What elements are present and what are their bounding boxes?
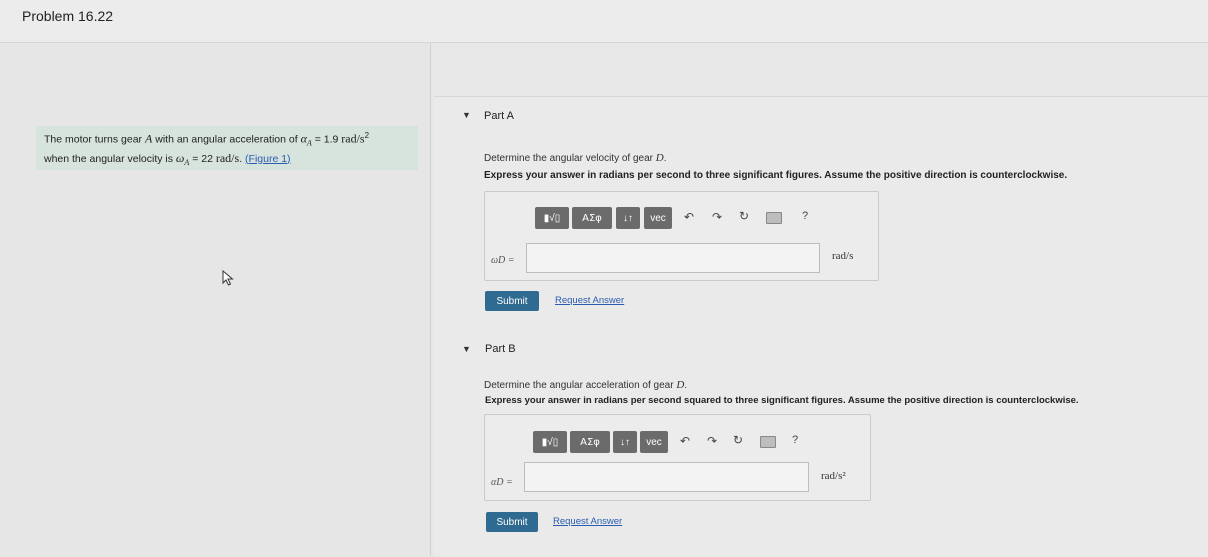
alpha-unit: rad/s bbox=[341, 131, 365, 146]
undo-icon[interactable]: ↶ bbox=[684, 210, 694, 224]
top-bar bbox=[0, 0, 1208, 43]
problem-statement: The motor turns gear A with an angular a… bbox=[36, 126, 418, 170]
part-b-instruction: Express your answer in radians per secon… bbox=[485, 395, 1079, 406]
omega-d-input[interactable] bbox=[526, 243, 820, 273]
question-text: . bbox=[684, 380, 688, 391]
omega-unit: rad/s bbox=[215, 150, 240, 165]
mouse-cursor-icon bbox=[222, 269, 234, 291]
templates-button[interactable]: ▮√▯ bbox=[533, 431, 567, 453]
redo-icon[interactable]: ↷ bbox=[712, 210, 722, 224]
greek-symbols-button[interactable]: ΑΣφ bbox=[572, 207, 612, 229]
part-b-question: Determine the angular acceleration of ge… bbox=[484, 379, 687, 391]
part-b-label[interactable]: Part B bbox=[485, 343, 516, 355]
page-title: Problem 16.22 bbox=[22, 8, 114, 24]
reset-icon[interactable]: ↻ bbox=[739, 209, 749, 223]
omega-d-unit: rad/s bbox=[832, 250, 854, 262]
help-icon[interactable]: ? bbox=[802, 210, 808, 222]
part-a-question: Determine the angular velocity of gear D… bbox=[484, 152, 667, 164]
collapse-caret-icon[interactable]: ▼ bbox=[462, 110, 471, 120]
keyboard-icon[interactable] bbox=[766, 212, 782, 224]
vector-button[interactable]: vec bbox=[640, 431, 668, 453]
figure-link[interactable]: (Figure 1) bbox=[245, 153, 291, 165]
question-text: Determine the angular velocity of gear bbox=[484, 153, 656, 164]
reset-icon[interactable]: ↻ bbox=[733, 433, 743, 447]
statement-text: with an angular acceleration of bbox=[152, 133, 301, 146]
subscript-superscript-button[interactable]: ↓↑ bbox=[613, 431, 637, 453]
undo-icon[interactable]: ↶ bbox=[680, 434, 690, 448]
part-a-instruction: Express your answer in radians per secon… bbox=[484, 170, 1068, 181]
greek-symbols-button[interactable]: ΑΣφ bbox=[570, 431, 610, 453]
alpha-d-label: αD = bbox=[491, 477, 513, 488]
part-a-label[interactable]: Part A bbox=[484, 110, 514, 122]
collapse-caret-icon[interactable]: ▼ bbox=[462, 344, 471, 354]
subscript-superscript-button[interactable]: ↓↑ bbox=[616, 207, 640, 229]
part-a-request-answer-link[interactable]: Request Answer bbox=[555, 295, 624, 306]
question-text: . bbox=[663, 153, 667, 164]
part-b-submit-button[interactable]: Submit bbox=[486, 512, 538, 532]
alpha-value: = 1.9 bbox=[311, 133, 342, 146]
templates-button[interactable]: ▮√▯ bbox=[535, 207, 569, 229]
help-icon[interactable]: ? bbox=[792, 434, 798, 446]
problem-pane bbox=[0, 43, 431, 556]
question-variable: D bbox=[655, 152, 664, 164]
omega-d-label: ωD = bbox=[491, 255, 515, 266]
keyboard-icon[interactable] bbox=[760, 436, 776, 448]
omega-value: = 22 bbox=[189, 152, 216, 165]
redo-icon[interactable]: ↷ bbox=[707, 434, 717, 448]
alpha-unit-exponent: 2 bbox=[364, 131, 370, 140]
statement-text: The motor turns gear bbox=[44, 133, 145, 146]
alpha-d-unit: rad/s² bbox=[821, 470, 846, 482]
vector-button[interactable]: vec bbox=[644, 207, 672, 229]
question-text: Determine the angular acceleration of ge… bbox=[484, 380, 677, 391]
alpha-d-input[interactable] bbox=[524, 462, 809, 492]
part-a-submit-button[interactable]: Submit bbox=[485, 291, 539, 311]
part-b-request-answer-link[interactable]: Request Answer bbox=[553, 516, 622, 527]
statement-text: when the angular velocity is bbox=[44, 152, 176, 165]
